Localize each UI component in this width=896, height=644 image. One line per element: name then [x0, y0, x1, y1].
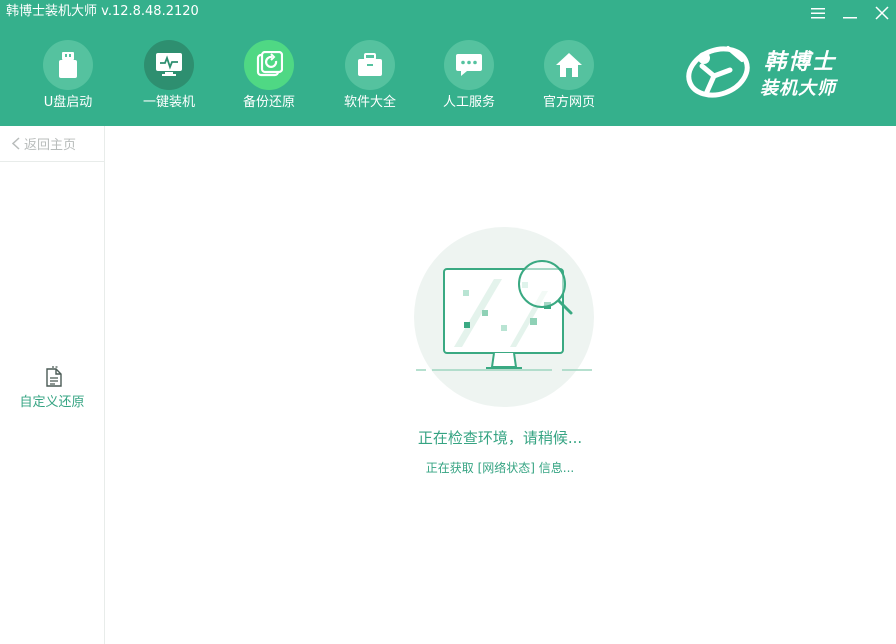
nav-label: U盘启动 [43, 95, 93, 110]
document-restore-icon [46, 366, 62, 387]
header-bar: 韩博士装机大师 v.12.8.48.2120 U盘启动 一键装机 备份还原 软件… [0, 0, 896, 126]
logo-line2: 装机大师 [760, 78, 836, 99]
nav-label: 人工服务 [442, 95, 495, 110]
environment-check-illustration [414, 227, 594, 407]
logo-line1: 韩博士 [764, 50, 837, 75]
status-title: 正在检查环境，请稍候... [417, 429, 583, 447]
nav-usb-boot[interactable]: U盘启动 [18, 40, 118, 118]
window-title: 韩博士装机大师 v.12.8.48.2120 [6, 4, 199, 19]
minimize-icon[interactable] [840, 4, 860, 22]
nav-label: 一键装机 [142, 95, 195, 110]
nav-label: 备份还原 [242, 95, 295, 110]
sidebar-item-label: 自定义还原 [19, 395, 85, 410]
briefcase-icon [345, 40, 395, 90]
usb-icon [43, 40, 93, 90]
back-home-link[interactable]: 返回主页 [0, 126, 104, 162]
nav-backup-restore[interactable]: 备份还原 [219, 40, 319, 118]
back-home-label: 返回主页 [24, 138, 77, 153]
sidebar: 返回主页 自定义还原 [0, 126, 105, 644]
nav-official-site[interactable]: 官方网页 [519, 40, 619, 118]
brand-logo: 韩博士 装机大师 [684, 40, 860, 104]
nav-one-click-install[interactable]: 一键装机 [119, 40, 219, 118]
status-detail: 正在获取 [网络状态] 信息... [425, 461, 575, 475]
menu-icon[interactable] [808, 4, 828, 22]
nav-customer-service[interactable]: 人工服务 [419, 40, 519, 118]
nav-software[interactable]: 软件大全 [320, 40, 420, 118]
backup-icon [244, 40, 294, 90]
home-icon [544, 40, 594, 90]
nav-label: 软件大全 [343, 95, 396, 110]
monitor-icon [144, 40, 194, 90]
chat-icon [444, 40, 494, 90]
nav-label: 官方网页 [542, 95, 595, 110]
sidebar-item-custom-restore[interactable]: 自定义还原 [0, 366, 104, 412]
close-icon[interactable] [872, 4, 892, 22]
chevron-left-icon [12, 137, 20, 150]
